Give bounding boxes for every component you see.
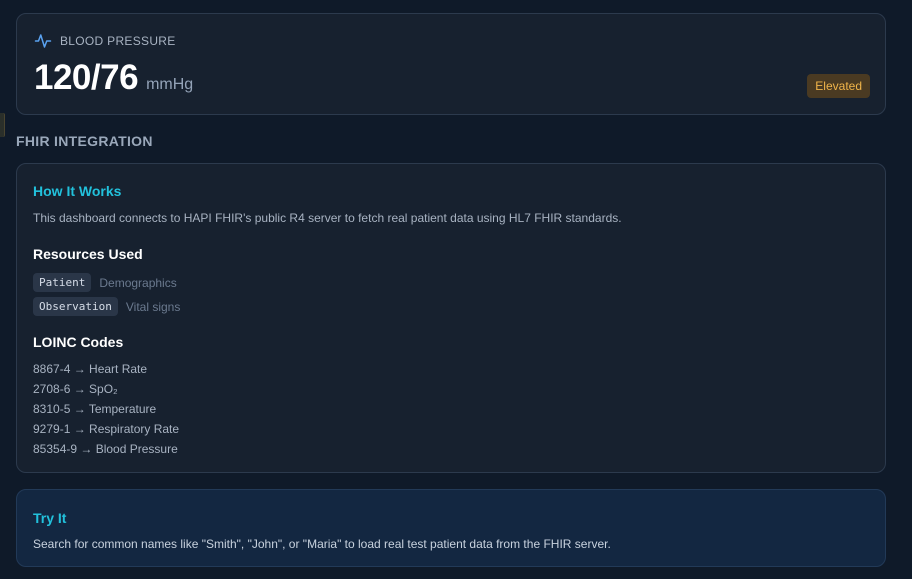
how-it-works-title: How It Works bbox=[33, 183, 122, 199]
resource-item: Observation Vital signs bbox=[33, 297, 180, 316]
sidebar-collapse-handle[interactable] bbox=[0, 113, 5, 137]
status-badge: Elevated bbox=[807, 74, 870, 98]
vital-header: BLOOD PRESSURE bbox=[34, 32, 176, 50]
try-it-description: Search for common names like "Smith", "J… bbox=[33, 537, 611, 551]
dashboard-page: BLOOD PRESSURE 120/76 mmHg Elevated FHIR… bbox=[0, 0, 912, 579]
loinc-code-item: 9279-1 → Respiratory Rate bbox=[33, 422, 180, 436]
fhir-info-card: How It Works This dashboard connects to … bbox=[16, 163, 886, 473]
resource-code-chip: Observation bbox=[33, 297, 118, 316]
section-title: FHIR INTEGRATION bbox=[16, 133, 153, 149]
vital-value: 120/76 bbox=[34, 58, 139, 97]
heartbeat-pulse-icon bbox=[34, 32, 52, 50]
vital-unit: mmHg bbox=[146, 76, 194, 93]
loinc-code-item: 2708-6 → SpO₂ bbox=[33, 382, 118, 396]
loinc-code-list: 8867-4 → Heart Rate 2708-6 → SpO₂ 8310-5… bbox=[33, 361, 179, 461]
loinc-title: LOINC Codes bbox=[33, 334, 124, 350]
how-it-works-description: This dashboard connects to HAPI FHIR's p… bbox=[33, 211, 622, 225]
resource-description: Demographics bbox=[99, 275, 177, 290]
loinc-code-item: 8310-5 → Temperature bbox=[33, 402, 157, 416]
vital-reading: 120/76 mmHg bbox=[34, 58, 193, 98]
resource-code-chip: Patient bbox=[33, 273, 92, 292]
try-it-card: Try It Search for common names like "Smi… bbox=[16, 489, 886, 567]
blood-pressure-card: BLOOD PRESSURE 120/76 mmHg Elevated bbox=[16, 13, 886, 115]
resource-item: Patient Demographics bbox=[33, 273, 177, 292]
loinc-code-item: 8867-4 → Heart Rate bbox=[33, 362, 148, 376]
resource-description: Vital signs bbox=[125, 299, 181, 314]
vital-label: BLOOD PRESSURE bbox=[60, 34, 176, 48]
loinc-code-item: 85354-9 → Blood Pressure bbox=[33, 442, 178, 456]
resources-title: Resources Used bbox=[33, 246, 143, 262]
try-it-title: Try It bbox=[33, 510, 67, 526]
